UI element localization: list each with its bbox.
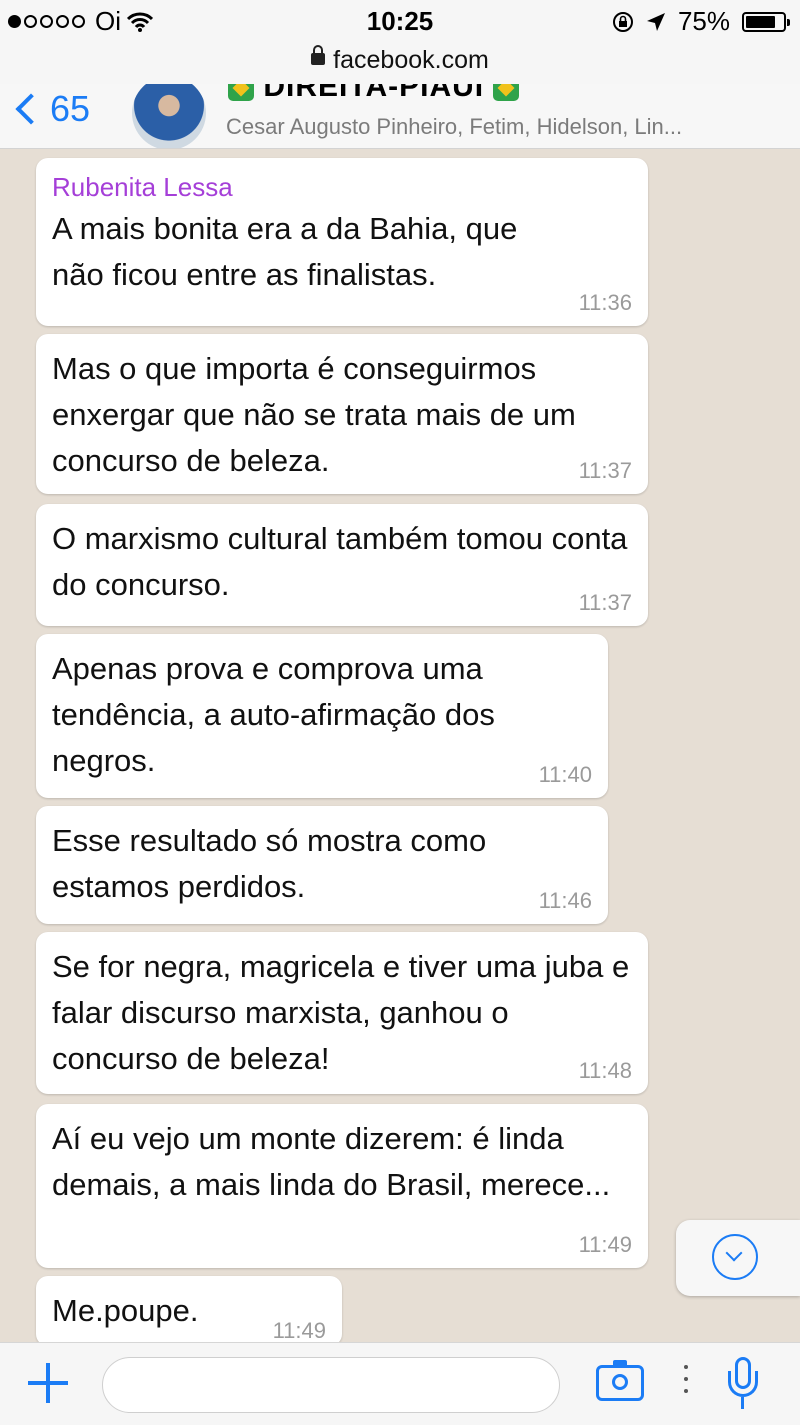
scroll-to-bottom-button[interactable]	[676, 1220, 800, 1296]
microphone-icon[interactable]	[726, 1357, 760, 1413]
message-text: A mais bonita era a da Bahia, que não fi…	[52, 211, 518, 292]
message-text: Apenas prova e comprova uma tendência, a…	[52, 651, 495, 778]
group-avatar[interactable]	[132, 84, 206, 148]
flag-icon	[228, 84, 254, 102]
message-text: O marxismo cultural também tomou conta d…	[52, 521, 628, 602]
participants-list[interactable]: Cesar Augusto Pinheiro, Fetim, Hidelson,…	[226, 114, 682, 140]
status-bar: Oi 10:25 75%	[0, 0, 800, 44]
chevron-left-icon	[15, 93, 47, 125]
message-time: 11:37	[578, 458, 632, 483]
message-bubble[interactable]: O marxismo cultural também tomou conta d…	[36, 504, 648, 626]
message-time: 11:40	[538, 762, 592, 787]
url-bar[interactable]: facebook.com	[0, 44, 800, 84]
unread-count: 65	[50, 88, 91, 129]
message-bubble[interactable]: Apenas prova e comprova uma tendência, a…	[36, 634, 608, 798]
message-input[interactable]	[102, 1357, 560, 1413]
message-bubble[interactable]: Rubenita Lessa A mais bonita era a da Ba…	[36, 158, 648, 326]
message-time: 11:46	[538, 888, 592, 913]
message-bubble[interactable]: Esse resultado só mostra como estamos pe…	[36, 806, 608, 924]
message-text: Mas o que importa é conseguirmos enxerga…	[52, 351, 576, 478]
message-time: 11:49	[578, 1232, 632, 1257]
orientation-lock-icon	[612, 11, 633, 32]
camera-icon[interactable]	[596, 1360, 644, 1401]
sender-name: Rubenita Lessa	[52, 172, 233, 202]
message-time: 11:48	[578, 1058, 632, 1083]
chat-header: 65 DIREITA-PIAUI Cesar Augusto Pinheiro,…	[0, 84, 800, 149]
lock-icon	[311, 45, 326, 66]
plus-icon[interactable]	[28, 1363, 68, 1403]
message-bubble[interactable]: Mas o que importa é conseguirmos enxerga…	[36, 334, 648, 494]
flag-icon	[493, 84, 520, 102]
message-bubble[interactable]: Se for negra, magricela e tiver uma juba…	[36, 932, 648, 1094]
message-time: 11:49	[272, 1318, 326, 1342]
location-icon	[646, 12, 665, 31]
chat-area[interactable]: Rubenita Lessa A mais bonita era a da Ba…	[0, 148, 800, 1342]
battery-percent: 75%	[677, 6, 730, 36]
message-text: Esse resultado só mostra como estamos pe…	[52, 823, 487, 904]
message-time: 11:36	[578, 290, 632, 315]
url-text: facebook.com	[333, 46, 489, 74]
group-title[interactable]: DIREITA-PIAUI	[228, 84, 520, 104]
back-button[interactable]: 65	[14, 88, 90, 130]
separator-dots-icon	[684, 1365, 688, 1401]
message-time: 11:37	[578, 590, 632, 615]
message-bubble[interactable]: Aí eu vejo um monte dizerem: é linda dem…	[36, 1104, 648, 1268]
group-title-text: DIREITA-PIAUI	[263, 84, 485, 103]
battery-icon	[742, 11, 790, 32]
message-input-bar	[0, 1342, 800, 1425]
message-text: Aí eu vejo um monte dizerem: é linda dem…	[52, 1121, 611, 1202]
chevron-down-circle-icon	[712, 1234, 758, 1280]
message-bubble[interactable]: Me.poupe. 11:49	[36, 1276, 342, 1342]
status-right: 75%	[612, 6, 790, 37]
message-text: Se for negra, magricela e tiver uma juba…	[52, 949, 630, 1076]
